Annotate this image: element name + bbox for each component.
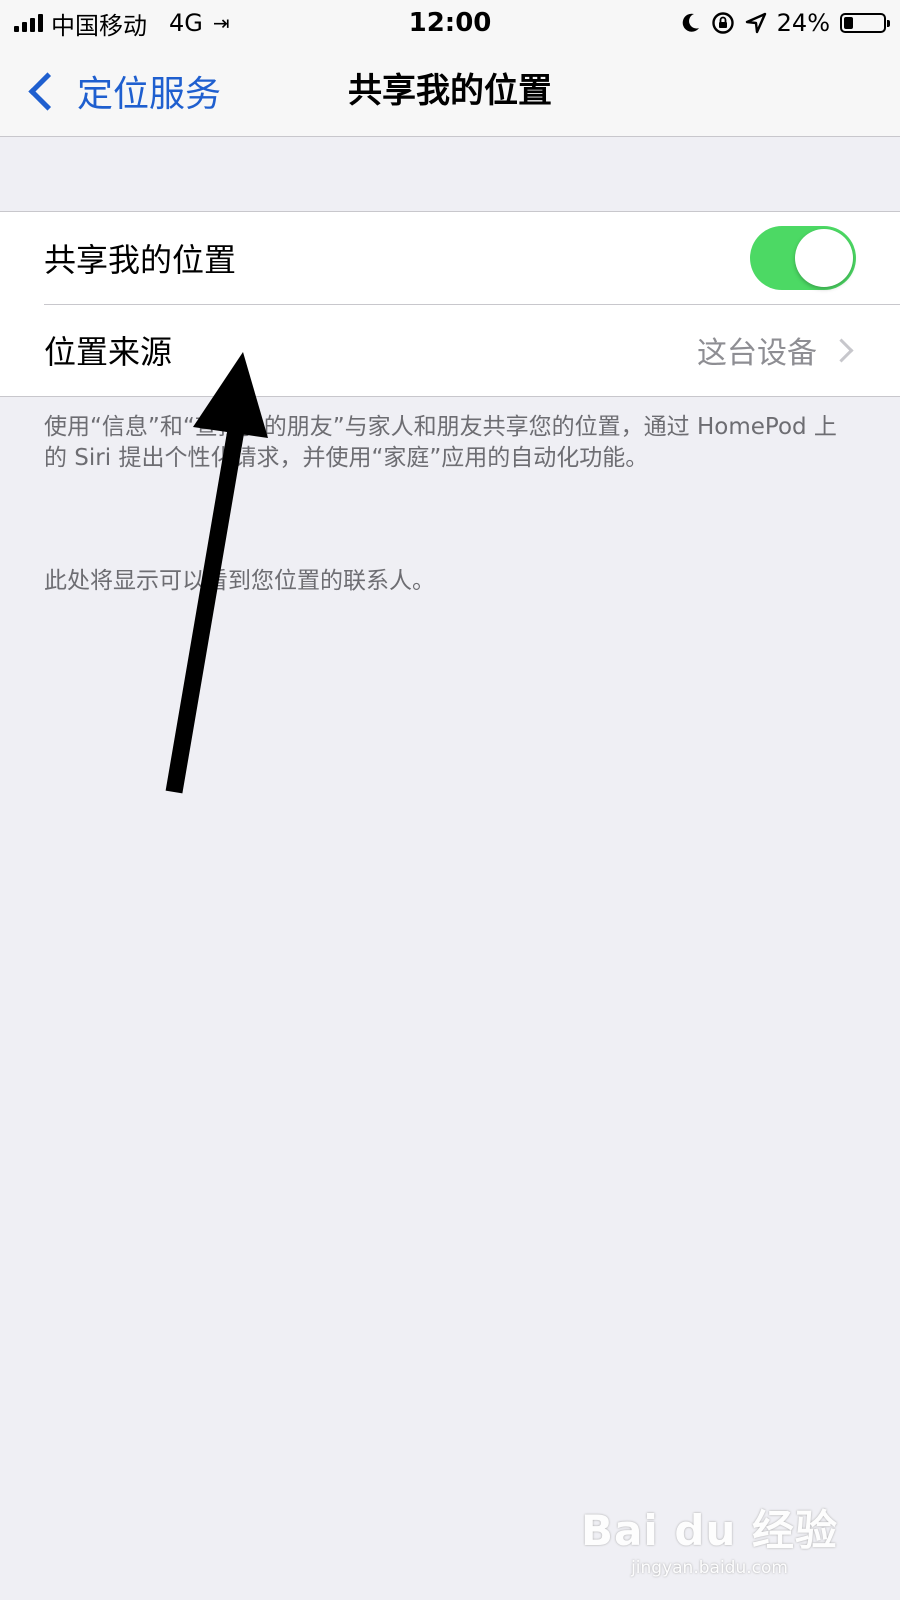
- battery-icon: [840, 13, 890, 33]
- watermark-logo: Bai du 经验: [581, 1506, 838, 1555]
- rotation-lock-icon: [711, 12, 734, 34]
- settings-group: 共享我的位置 位置来源 这台设备: [0, 211, 900, 397]
- watermark: Bai du 经验 jingyan.baidu.com: [581, 1497, 838, 1578]
- share-location-cell: 共享我的位置: [0, 212, 900, 304]
- location-source-value: 这台设备: [697, 336, 817, 371]
- share-location-label: 共享我的位置: [44, 241, 237, 279]
- status-right: 24%: [681, 6, 890, 40]
- chevron-right-icon: [829, 337, 854, 363]
- status-bar: 中国移动 4G ⇥ 12:00 24%: [0, 0, 900, 46]
- location-source-cell[interactable]: 位置来源 这台设备: [0, 304, 900, 396]
- battery-level: [844, 17, 853, 29]
- location-arrow-icon: [745, 12, 766, 34]
- battery-percentage: 24%: [776, 9, 830, 37]
- page-title: 共享我的位置: [348, 71, 552, 111]
- share-location-toggle[interactable]: [750, 226, 856, 290]
- navigation-bar: 定位服务 共享我的位置: [0, 46, 900, 137]
- watermark-url: jingyan.baidu.com: [631, 1558, 788, 1578]
- location-source-label: 位置来源: [44, 333, 173, 371]
- moon-icon: [682, 13, 699, 32]
- toggle-knob: [795, 229, 853, 287]
- contacts-note: 此处将显示可以看到您位置的联系人。: [44, 568, 435, 594]
- share-location-description: 使用“信息”和“查找我的朋友”与家人和朋友共享您的位置，通过 HomePod 上…: [44, 414, 837, 471]
